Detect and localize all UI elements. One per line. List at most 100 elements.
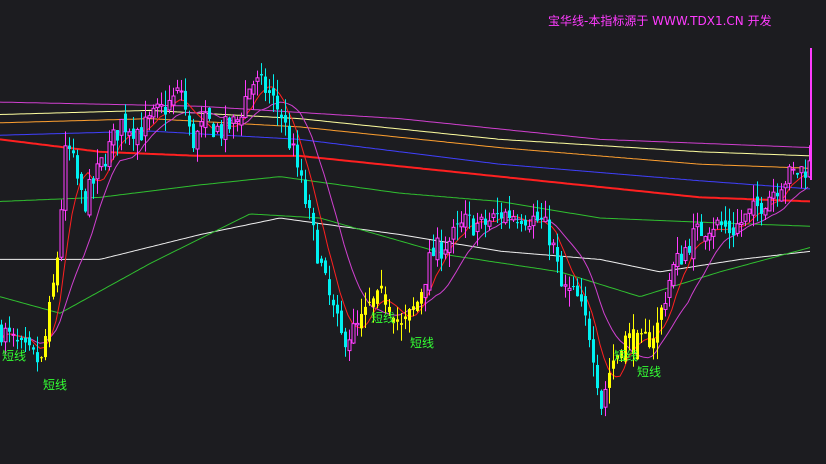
candle-body [767, 196, 772, 212]
candle [451, 219, 456, 254]
candle-body [288, 125, 291, 149]
candle-body [351, 323, 356, 344]
candle [40, 356, 43, 363]
candle-body [260, 74, 263, 76]
candle-body [487, 220, 492, 227]
candle [140, 112, 143, 141]
candle-body [771, 191, 776, 199]
candle-body [475, 222, 480, 233]
candle [652, 325, 655, 360]
candle-body [184, 90, 187, 110]
candle-body [80, 173, 83, 190]
candle-body [355, 322, 360, 326]
candle [92, 176, 95, 199]
candle-body [560, 256, 563, 287]
candle [520, 214, 523, 232]
candle-body [384, 294, 387, 305]
candle [308, 194, 311, 220]
candle [551, 239, 556, 254]
candle-body [516, 222, 519, 224]
candle [540, 203, 543, 229]
candle-body [447, 240, 452, 253]
candle [124, 104, 127, 144]
candle-body [188, 115, 191, 127]
candle [312, 207, 315, 241]
candle-body [527, 226, 532, 230]
candle-body [368, 301, 371, 303]
candle [220, 120, 223, 147]
candle [680, 245, 683, 265]
candle-body [192, 123, 195, 149]
candle [255, 70, 260, 96]
ma-line-7 [0, 213, 811, 314]
candle-body [707, 232, 712, 241]
candle-body [360, 313, 363, 329]
candle-body [459, 222, 464, 228]
candle-body [228, 117, 231, 130]
candle [732, 212, 735, 248]
candle-body [155, 103, 160, 109]
candle-body [56, 257, 59, 286]
candle-body [63, 145, 68, 211]
candle-body [324, 260, 327, 274]
candle [11, 328, 16, 347]
candle-body [59, 209, 64, 258]
candle [700, 214, 703, 237]
candle [320, 255, 323, 267]
ma-line-6 [0, 217, 811, 273]
candle-body [68, 145, 71, 150]
candle-body [344, 331, 347, 348]
candle [59, 199, 64, 262]
candle [707, 227, 712, 251]
candle-body [255, 77, 260, 82]
candle [171, 87, 176, 115]
candle-body [336, 304, 339, 314]
candle-body [628, 333, 631, 338]
candle-body [308, 200, 311, 209]
candle [52, 274, 55, 300]
candle-body [663, 302, 668, 310]
candle-body [456, 223, 459, 225]
candle-body [671, 264, 676, 286]
candle [167, 85, 172, 114]
candle-body [443, 249, 448, 255]
candle [28, 331, 31, 351]
candle [360, 298, 363, 337]
candle [243, 80, 248, 119]
candle [695, 212, 700, 241]
candle [188, 110, 191, 136]
candle-body [423, 283, 428, 299]
candle [427, 240, 432, 296]
candle-body [396, 319, 399, 322]
candle-body [212, 123, 215, 138]
candle-body [340, 310, 343, 334]
candle [215, 123, 220, 134]
candle-body [640, 333, 643, 335]
candle [572, 276, 575, 291]
candle [291, 133, 296, 157]
candle-body [203, 112, 208, 129]
candle [683, 240, 688, 265]
candle [584, 286, 587, 326]
candle [151, 104, 156, 124]
candle-body [16, 339, 19, 342]
candle-body [132, 128, 135, 139]
candle [536, 200, 539, 223]
candle-body [44, 336, 47, 358]
candle-body [400, 323, 403, 325]
candle [104, 153, 107, 171]
candle-body [119, 118, 124, 136]
candle [508, 195, 511, 229]
candle [563, 274, 568, 298]
candle [503, 208, 508, 225]
candle [99, 157, 104, 171]
candle [0, 319, 3, 346]
candle [715, 217, 720, 230]
candle [747, 208, 752, 223]
candle [543, 200, 548, 223]
candle-body [500, 212, 503, 219]
candle-body [468, 214, 471, 216]
candle-body [520, 220, 523, 225]
candle [44, 329, 47, 361]
candle [347, 329, 352, 362]
